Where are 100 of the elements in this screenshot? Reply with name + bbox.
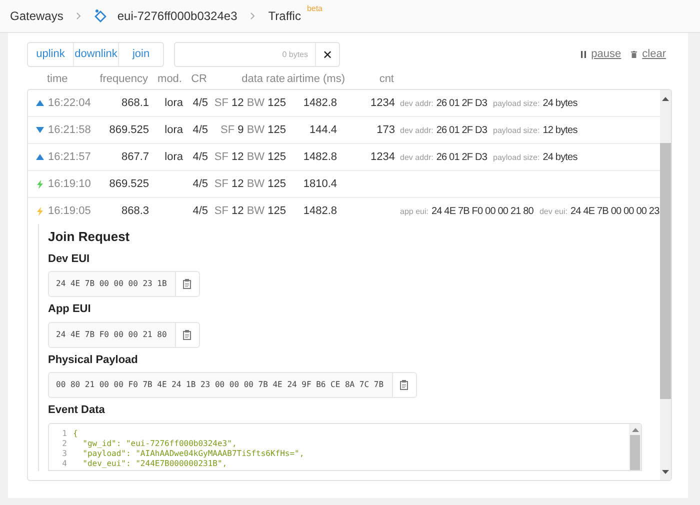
detail-label: payload size: [493,152,540,164]
scroll-up-icon[interactable] [632,428,638,432]
data-rate-cell-text: SF 12 BW 125 [214,150,286,165]
detail-value: 12 bytes [542,124,578,138]
clipboard-icon [183,279,192,289]
data-rate-cell-text: SF 12 BW 125 [214,176,286,192]
scrollbar[interactable] [629,424,641,470]
code-line: "gw_id": "eui-7276ff000b0324e3", [82,438,237,448]
breadcrumb-link[interactable]: eui-7276ff000b0324e3 [117,7,238,25]
field-label: App EUI [48,302,92,317]
field-label: Event Data [48,403,106,418]
column-header: cnt [378,72,394,86]
scrollbar-thumb[interactable] [660,143,671,399]
lightning-icon [36,180,42,188]
lightning-icon [36,206,42,216]
count-cell-text: 1234 [370,96,395,111]
time-cell-text: 16:19:05 [48,204,92,219]
line-number: 2 [61,438,68,448]
clear-filter-button[interactable]: ✕ [315,43,339,66]
breadcrumb-link[interactable]: Traffic [268,7,301,25]
detail-value: 26 01 2F D3 [436,150,487,164]
column-header: time [47,72,69,86]
scroll-down-icon[interactable] [662,470,669,474]
trash-icon [631,51,638,58]
scrollbar[interactable] [660,90,671,480]
scroll-up-icon[interactable] [662,97,669,101]
field-label: Physical Payload [48,352,139,368]
count-cell-text: 173 [376,122,395,138]
line-number: 1 [61,428,68,438]
frequency-cell-text: 868.1 [120,96,149,111]
coding-rate-cell-text: 4/5 [192,96,208,111]
chevron-right-icon [76,12,82,20]
detail-label: payload size: [493,124,540,136]
frequency-cell-text: 869.525 [108,176,149,192]
modulation-cell-text: lora [164,122,183,138]
byte-count: 0 bytes [281,48,309,60]
coding-rate-cell-text: 4/5 [192,176,208,192]
up-triangle-icon [36,100,44,106]
column-header: data rate [240,72,285,86]
action-link[interactable]: pause [591,46,622,63]
field-value: 00 80 21 00 00 F0 7B 4E 24 1B 23 00 00 00 7B 4E 24 9F B6 CE 8A 7C 7B [55,379,385,391]
column-header: mod. [156,72,182,86]
copy-button[interactable] [174,322,199,346]
chevron-right-icon [250,12,256,20]
filter-button[interactable]: uplink [28,43,73,66]
data-rate-cell-text: SF 9 BW 125 [220,122,286,138]
airtime-cell-text: 1482.8 [302,96,337,111]
action-link[interactable]: clear [642,46,666,63]
beta-label: beta [306,3,323,15]
payload-filter-field[interactable]: 0 bytes ✕ [174,42,340,67]
detail-label: app eui: [400,206,428,218]
frequency-cell-text: 868.3 [120,204,149,219]
section-title: Join Request [48,228,131,246]
detail-label: dev addr: [400,124,434,136]
code-line: { [73,428,78,438]
coding-rate-cell-text: 4/5 [192,204,208,219]
column-header: CR [190,72,207,86]
detail-value: 24 bytes [542,150,578,164]
field-value: 24 4E 7B F0 00 00 21 80 [55,328,168,340]
code-line: "dev_eui": "244E7B000000231B", [82,458,228,468]
coding-rate-cell-text: 4/5 [192,122,208,138]
pause-icon [581,51,586,58]
field-value: 24 4E 7B 00 00 00 23 1B [55,278,168,290]
clipboard-icon [400,380,408,390]
code-line: "payload": "AIAhAADwe04kGyMAAAB7TiSfts6KfHs=", [82,448,304,458]
value-field[interactable]: 24 4E 7B F0 00 00 21 80 [48,322,200,348]
copy-button[interactable] [392,373,416,397]
column-header: frequency [98,72,148,86]
detail-value: 24 4E 7B F0 00 00 21 80 [431,204,534,218]
up-triangle-icon [36,154,44,160]
copy-button[interactable] [174,272,199,296]
data-rate-cell-text: SF 12 BW 125 [214,204,286,219]
line-number: 3 [61,448,68,458]
airtime-cell-text: 1482.8 [302,150,337,165]
clipboard-icon [183,330,192,340]
filter-button[interactable]: join [118,43,163,66]
detail-label: payload size: [493,98,540,110]
detail-value: 24 bytes [542,96,578,110]
data-rate-cell-text: SF 12 BW 125 [214,96,286,111]
scrollbar-thumb[interactable] [630,434,640,470]
time-cell-text: 16:21:57 [48,150,92,165]
frequency-cell-text: 869.525 [108,122,149,138]
frequency-cell-text: 867.7 [120,150,149,165]
value-field[interactable]: 00 80 21 00 00 F0 7B 4E 24 1B 23 00 00 00 7B 4E 24 9F B6 CE 8A 7C 7B [48,372,417,398]
detail-value: 26 01 2F D3 [436,124,487,138]
breadcrumb-link[interactable]: Gateways [10,7,64,25]
airtime-cell-text: 1810.4 [302,176,337,192]
down-triangle-icon [36,127,44,133]
count-cell-text: 1234 [370,150,395,165]
detail-label: dev addr: [400,152,434,164]
filter-button[interactable]: downlink [73,43,118,66]
airtime-cell-text: 144.4 [308,122,337,138]
diamond-icon [94,9,108,23]
detail-value: 26 01 2F D3 [436,96,487,110]
time-cell-text: 16:19:10 [48,176,92,192]
coding-rate-cell-text: 4/5 [192,150,208,165]
value-field[interactable]: 24 4E 7B 00 00 00 23 1B [48,271,200,297]
detail-label: dev addr: [400,98,434,110]
modulation-cell-text: lora [164,96,183,111]
airtime-cell-text: 1482.8 [302,204,337,219]
